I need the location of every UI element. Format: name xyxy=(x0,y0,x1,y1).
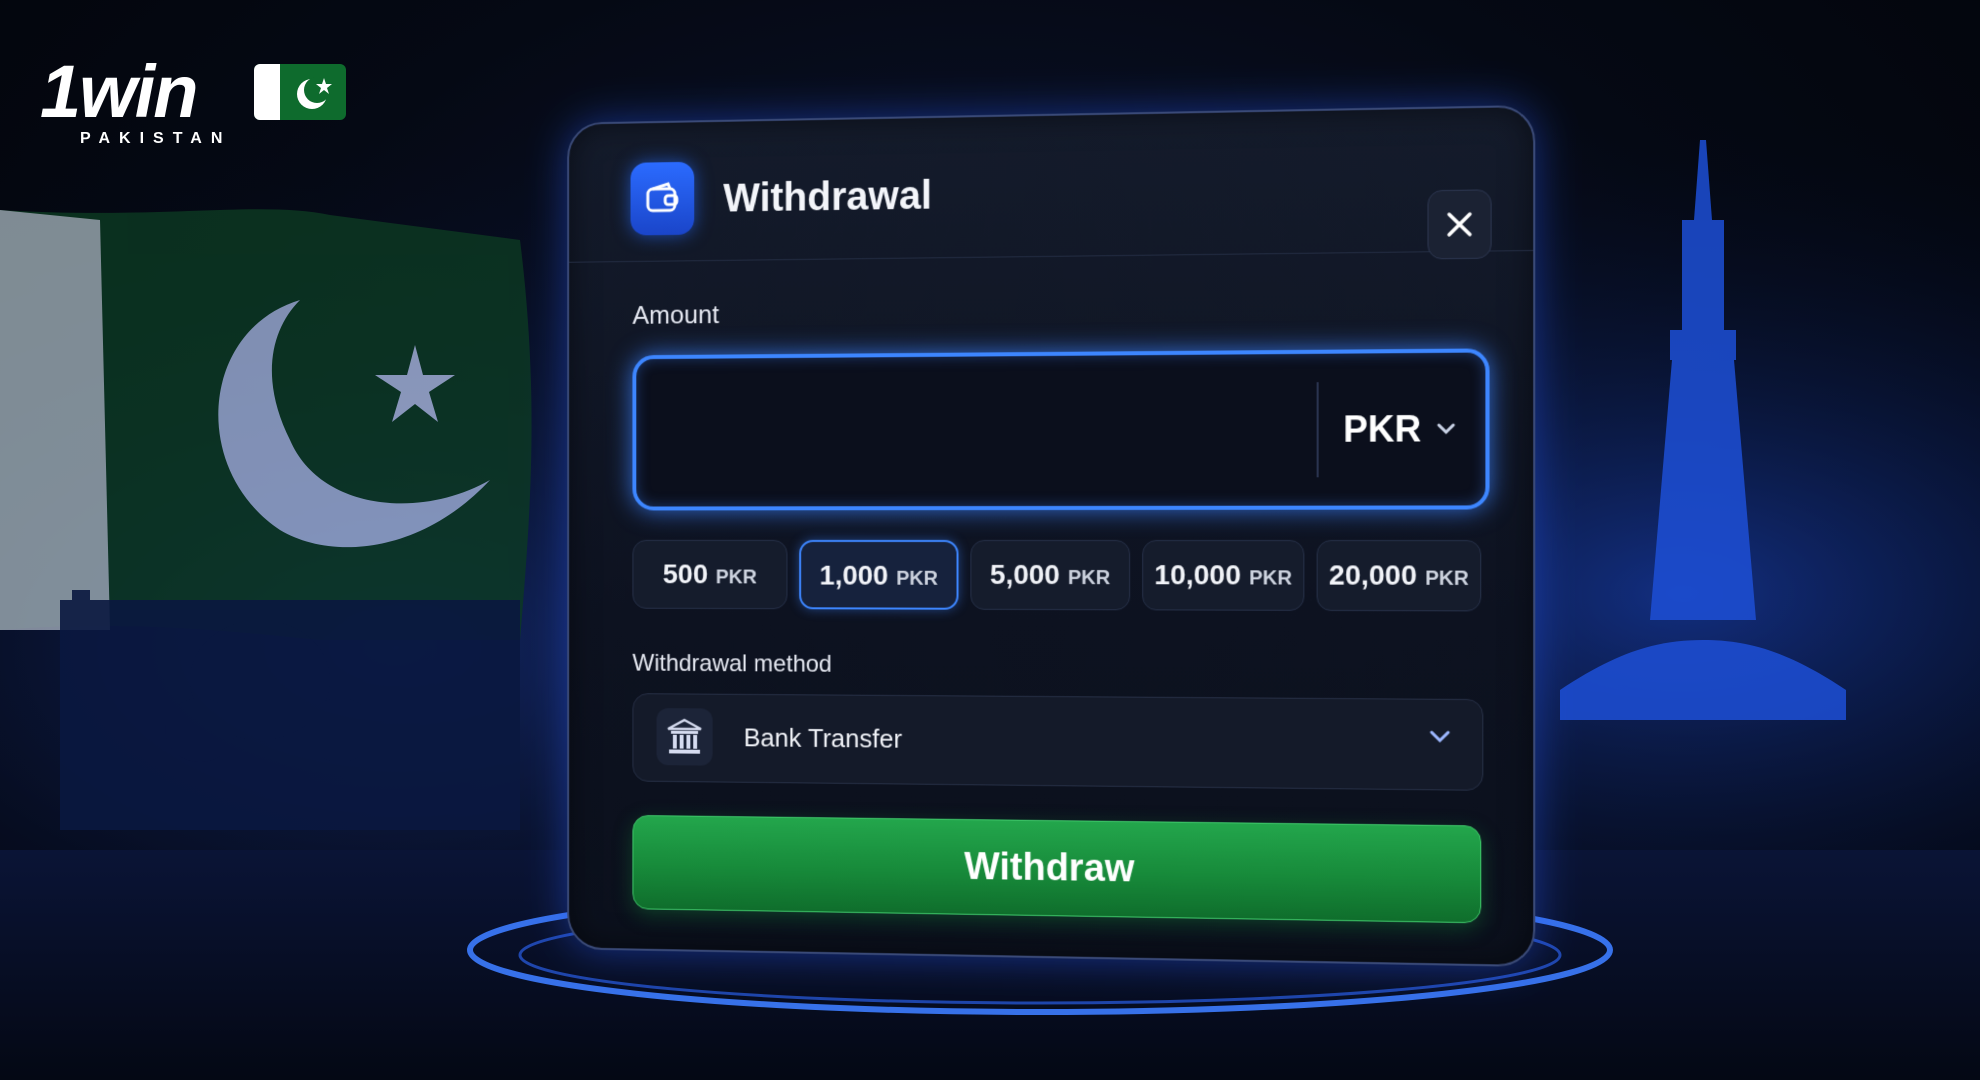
withdrawal-dialog: Withdrawal Amount PKR 500 PKR 1,000 PKR … xyxy=(567,105,1535,967)
method-value: Bank Transfer xyxy=(744,723,902,755)
dialog-title: Withdrawal xyxy=(723,174,932,222)
quick-amount-5000[interactable]: 5,000 PKR xyxy=(970,540,1130,610)
quick-amount-1000[interactable]: 1,000 PKR xyxy=(799,540,958,610)
logo-subtitle: PAKISTAN xyxy=(80,130,231,148)
bank-icon xyxy=(657,708,713,766)
chevron-down-icon xyxy=(1436,422,1457,436)
quick-amount-currency: PKR xyxy=(1068,567,1110,590)
quick-amount-value: 10,000 xyxy=(1154,559,1241,591)
quick-amount-currency: PKR xyxy=(1249,567,1292,590)
logo-wordmark: 1win xyxy=(40,52,196,132)
quick-amount-currency: PKR xyxy=(716,567,757,590)
quick-amount-currency: PKR xyxy=(896,568,938,591)
quick-amount-currency: PKR xyxy=(1425,568,1469,591)
method-label: Withdrawal method xyxy=(632,650,831,679)
quick-amount-500[interactable]: 500 PKR xyxy=(632,540,787,609)
brand-logo[interactable]: 1win PAKISTAN xyxy=(40,52,310,152)
close-button[interactable] xyxy=(1427,189,1491,259)
currency-value: PKR xyxy=(1343,408,1421,451)
logo-flag-icon xyxy=(254,64,346,120)
quick-amount-value: 500 xyxy=(663,559,708,591)
chevron-down-icon xyxy=(1429,728,1452,744)
quick-amount-20000[interactable]: 20,000 PKR xyxy=(1317,540,1482,611)
wallet-icon xyxy=(631,162,695,236)
withdrawal-method-select[interactable]: Bank Transfer xyxy=(632,693,1483,791)
quick-amount-group: 500 PKR 1,000 PKR 5,000 PKR 10,000 PKR 2… xyxy=(632,540,1481,618)
amount-input[interactable] xyxy=(659,384,1298,469)
quick-amount-value: 1,000 xyxy=(820,560,889,592)
currency-select[interactable]: PKR xyxy=(1343,393,1456,465)
amount-field: PKR xyxy=(632,348,1489,510)
close-icon xyxy=(1446,211,1473,238)
withdraw-button[interactable]: Withdraw xyxy=(632,815,1481,923)
quick-amount-value: 5,000 xyxy=(990,559,1060,591)
quick-amount-value: 20,000 xyxy=(1329,559,1417,592)
pakistan-flag xyxy=(0,209,532,640)
currency-divider xyxy=(1317,382,1319,477)
amount-label: Amount xyxy=(632,299,719,330)
dialog-header: Withdrawal xyxy=(569,107,1533,263)
quick-amount-10000[interactable]: 10,000 PKR xyxy=(1142,540,1304,611)
mosque-silhouette xyxy=(60,590,520,830)
